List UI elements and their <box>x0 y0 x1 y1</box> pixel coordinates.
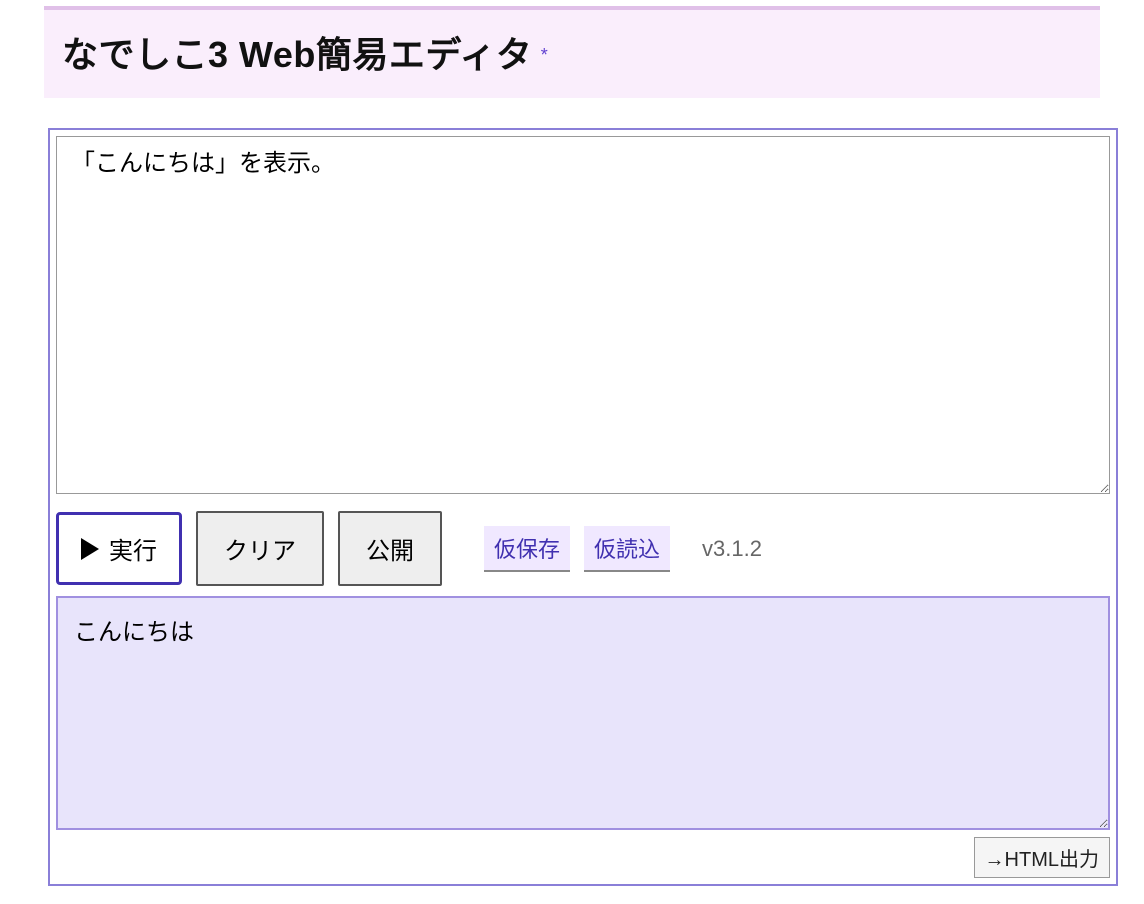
page-title: なでしこ3 Web簡易エディタ <box>62 34 532 75</box>
temp-load-button[interactable]: 仮読込 <box>584 526 670 572</box>
version-label: v3.1.2 <box>702 536 762 562</box>
footer-row: →HTML出力 <box>56 837 1110 878</box>
run-button[interactable]: 実行 <box>56 512 182 585</box>
clear-button[interactable]: クリア <box>196 511 324 586</box>
code-input[interactable] <box>56 136 1110 494</box>
output-area[interactable] <box>56 596 1110 830</box>
run-button-label: 実行 <box>109 531 157 566</box>
toolbar: 実行 クリア 公開 仮保存 仮読込 v3.1.2 <box>56 511 1110 586</box>
temp-save-button[interactable]: 仮保存 <box>484 526 570 572</box>
play-icon <box>81 538 99 560</box>
asterisk-icon: * <box>541 45 548 65</box>
editor-panel: 実行 クリア 公開 仮保存 仮読込 v3.1.2 →HTML出力 <box>48 128 1118 886</box>
header-bar: なでしこ3 Web簡易エディタ * <box>44 6 1100 98</box>
publish-button[interactable]: 公開 <box>338 511 442 586</box>
html-export-button[interactable]: →HTML出力 <box>974 837 1110 878</box>
